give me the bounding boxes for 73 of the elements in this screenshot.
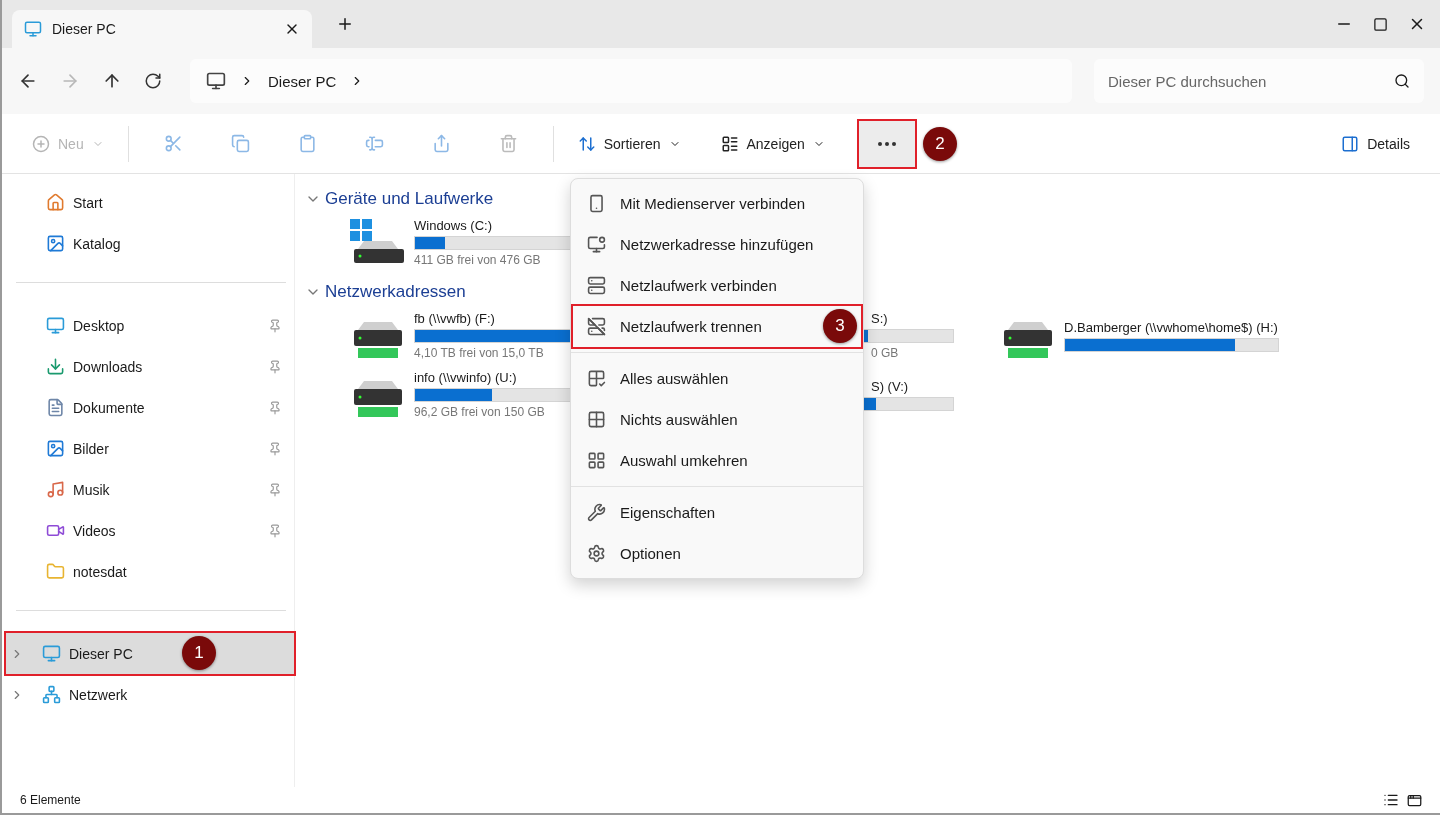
monitor-icon (42, 644, 61, 663)
sidebar-item[interactable]: Downloads (16, 346, 294, 387)
section-title: Geräte und Laufwerke (325, 189, 494, 209)
server-off-icon (587, 317, 606, 336)
menu-item[interactable]: Netzlaufwerk trennen 3 (573, 306, 861, 347)
settings-icon (587, 544, 606, 563)
wrench-icon (587, 503, 606, 522)
monitor-icon (24, 20, 42, 38)
plus-icon[interactable] (336, 15, 354, 33)
menu-item[interactable]: Netzwerkadresse hinzufügen (573, 224, 861, 265)
section-title: Netzwerkadressen (325, 282, 466, 302)
menu-item[interactable]: Nichts auswählen (573, 399, 861, 440)
sidebar-item[interactable]: Desktop (16, 305, 294, 346)
menu-item[interactable]: Optionen (573, 533, 861, 574)
free-space-text: 96,2 GB frei von 150 GB (414, 405, 546, 419)
sidebar-item[interactable]: Dokumente (16, 387, 294, 428)
network-icon (42, 685, 61, 704)
item-count: 6 Elemente (20, 793, 82, 807)
music-icon (46, 480, 65, 499)
more-icon (877, 141, 896, 146)
sort-button[interactable]: Sortieren (567, 125, 691, 162)
details-button[interactable]: Details (1331, 125, 1420, 162)
plus-circle-icon (32, 134, 50, 153)
list-layout-icon (720, 134, 739, 153)
menu-item[interactable]: Auswahl umkehren (573, 440, 861, 481)
menu-item[interactable]: Eigenschaften (573, 492, 861, 533)
callout-number: 3 (823, 309, 857, 343)
monitor-icon (587, 235, 606, 254)
server-icon (587, 276, 606, 295)
search-icon (1394, 73, 1410, 89)
clipboard-icon[interactable] (297, 134, 317, 153)
tab[interactable]: Dieser PC (12, 10, 312, 48)
sidebar-item[interactable]: Netzwerk (6, 674, 294, 715)
address-bar[interactable]: Dieser PC (190, 59, 1072, 103)
maximize-icon[interactable] (1373, 16, 1388, 32)
search-field[interactable]: Dieser PC durchsuchen (1094, 59, 1424, 103)
menu-item[interactable]: Mit Medienserver verbinden (573, 183, 861, 224)
breadcrumb[interactable]: Dieser PC (268, 72, 337, 90)
sort-arrows-icon (577, 134, 596, 153)
folder-icon (46, 562, 65, 581)
callout-number: 1 (182, 636, 216, 670)
document-icon (46, 398, 65, 417)
free-space-text: 4,10 TB frei von 15,0 TB (414, 346, 545, 360)
sidebar-item[interactable]: Start (16, 182, 294, 223)
refresh-icon[interactable] (144, 72, 162, 90)
drive-name[interactable]: D.Bamberger (\\vwhome\home$) (H:) (1064, 319, 1314, 335)
list-view-icon[interactable] (1383, 792, 1399, 808)
image-icon (46, 439, 65, 458)
home-icon (46, 193, 65, 212)
sidebar-item[interactable]: Katalog (16, 223, 294, 264)
desktop-icon (46, 316, 65, 335)
menu-item[interactable]: Netzlaufwerk verbinden (573, 265, 861, 306)
menu-item[interactable]: Alles auswählen (573, 358, 861, 399)
sidebar-item[interactable]: Bilder (16, 428, 294, 469)
grid-icon (587, 410, 606, 429)
window-view-icon[interactable] (1407, 792, 1422, 808)
sidebar-item[interactable]: Musik (16, 469, 294, 510)
sidebar-item[interactable]: Videos (16, 510, 294, 551)
phone-icon (587, 194, 606, 213)
free-space-text: 0 GB (871, 346, 900, 360)
grid-icon (587, 369, 606, 388)
callout-number: 2 (922, 126, 957, 161)
grid-icon (587, 451, 606, 470)
side-panel-icon (1341, 134, 1360, 153)
download-icon (46, 357, 65, 376)
free-space-text: 411 GB frei von 476 GB (414, 253, 542, 267)
view-button[interactable]: Anzeigen (710, 125, 835, 162)
drive-name[interactable]: S) (V:) (871, 378, 989, 394)
monitor-icon (206, 71, 226, 91)
image-icon (46, 234, 65, 253)
sidebar-item[interactable]: Dieser PC 1 (6, 633, 294, 674)
sidebar-item[interactable]: notesdat (16, 551, 294, 592)
drive-name[interactable]: S:) (871, 311, 989, 326)
